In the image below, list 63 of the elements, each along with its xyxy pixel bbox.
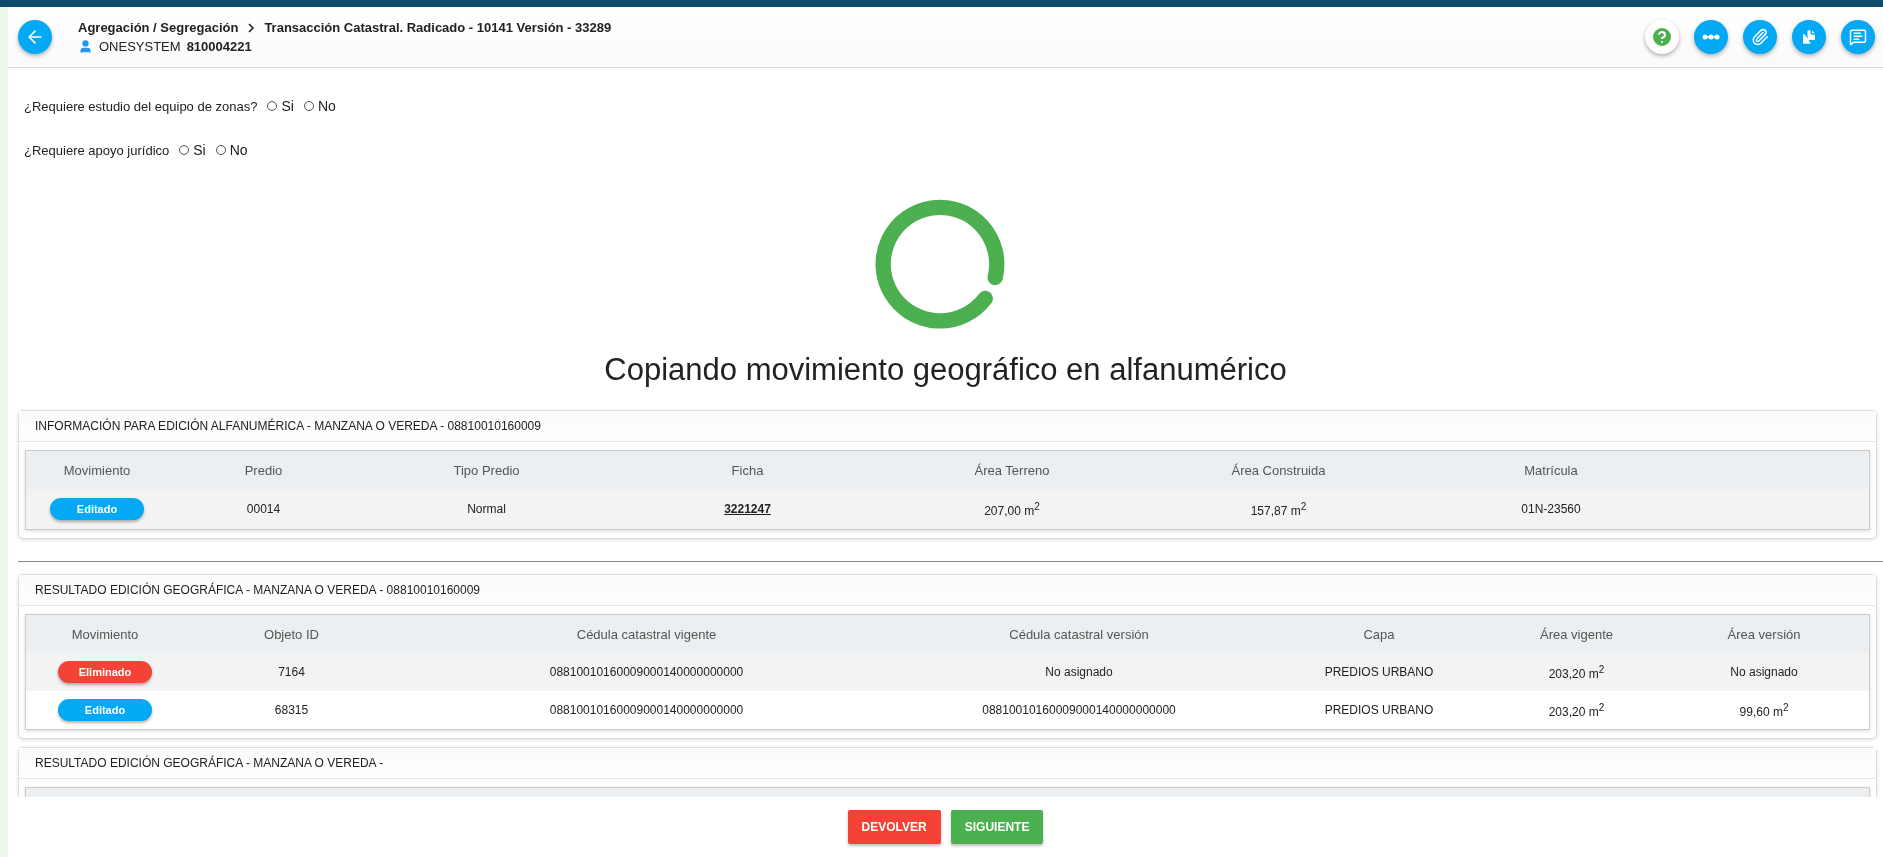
column-header: Movimiento: [70, 626, 140, 642]
status-badge: Editado: [58, 699, 152, 721]
table-cell: 207,00 m$^{2}$: [984, 503, 1040, 518]
user-icon: [78, 39, 93, 54]
footer-button[interactable]: DEVOLVER: [847, 810, 941, 844]
documents-icon: [1800, 28, 1818, 46]
column-header: Matrícula: [1523, 462, 1579, 478]
radio-option[interactable]: Si: [267, 98, 294, 114]
chevron-icon: [246, 22, 257, 33]
back-button[interactable]: [18, 20, 52, 54]
flow-button[interactable]: [1694, 20, 1728, 54]
breadcrumb-item: Agregación / Segregación: [78, 20, 239, 35]
column-header: Tipo Predio: [452, 462, 521, 478]
column-header: Área vigente: [1539, 626, 1614, 642]
column-header: Predio: [243, 462, 284, 478]
table-cell: 99,60 m$^{2}$: [1739, 704, 1789, 719]
ficha-link[interactable]: 3221247: [724, 502, 771, 516]
column-header: Capa: [1362, 626, 1396, 642]
table-cell: 7164: [278, 665, 305, 679]
table-cell: 08810010160009000140000000000: [982, 703, 1176, 717]
column-header: Cédula catastral versión: [1008, 626, 1150, 642]
radio-option[interactable]: No: [303, 98, 336, 114]
documents-button[interactable]: [1792, 20, 1826, 54]
table-cell-text: 01N-23560: [1520, 502, 1582, 516]
attach-button[interactable]: [1743, 20, 1777, 54]
table-cell: 68315: [274, 703, 309, 717]
table-cell: 08810010160009000140000000000: [549, 665, 744, 679]
user-id: 810004221: [186, 39, 252, 54]
column-header: Cédula catastral vigente: [575, 626, 718, 642]
question-label: ¿Requiere apoyo jurídico: [24, 142, 170, 158]
comment-icon: [1849, 28, 1867, 46]
column-header: Ficha: [730, 462, 765, 478]
help-button[interactable]: [1645, 20, 1679, 54]
table-cell: 203,20 m$^{2}$: [1548, 704, 1605, 719]
column-header: Área Construida: [1230, 462, 1327, 478]
loading-message: Copiando movimiento geográfico en alfanumérico: [604, 352, 1287, 388]
table-cell-text: Normal: [466, 502, 507, 516]
help-icon: [1650, 25, 1674, 49]
table-cell: 157,87 m$^{2}$: [1250, 503, 1307, 518]
connected-dots-icon: [1702, 34, 1720, 40]
radio-option[interactable]: No: [215, 142, 248, 158]
column-header: Objeto ID: [263, 626, 320, 642]
table-cell: No asignado: [1045, 665, 1113, 679]
comments-button[interactable]: [1841, 20, 1875, 54]
paperclip-icon: [1751, 28, 1769, 46]
table-cell: PREDIOS URBANO: [1324, 703, 1434, 717]
table-cell: PREDIOS URBANO: [1324, 665, 1434, 679]
table-cell-text: 00014: [245, 502, 282, 516]
card-title: INFORMACIÓN PARA EDICIÓN ALFANUMÉRICA - MANZANA O VEREDA - 08810010160009: [19, 411, 1876, 442]
column-header: Área versión: [1726, 626, 1802, 642]
table-cell: 08810010160009000140000000000: [549, 703, 744, 717]
radio-option[interactable]: Si: [179, 142, 206, 158]
card-title: RESULTADO EDICIÓN GEOGRÁFICA - MANZANA O VEREDA -: [19, 748, 1876, 779]
question-label: ¿Requiere estudio del equipo de zonas?: [24, 98, 258, 114]
column-header: Área Terreno: [973, 462, 1051, 478]
table-cell: No asignado: [1730, 665, 1798, 679]
user-name: ONESYSTEM: [99, 39, 181, 54]
status-badge: Eliminado: [58, 661, 152, 683]
column-header: Movimiento: [62, 462, 132, 478]
table-cell: 203,20 m$^{2}$: [1548, 666, 1605, 681]
status-badge: Editado: [50, 498, 144, 520]
card-title: RESULTADO EDICIÓN GEOGRÁFICA - MANZANA O VEREDA - 08810010160009: [19, 575, 1876, 606]
breadcrumb-item: Transacción Catastral. Radicado - 10141 Versión - 33289: [264, 20, 612, 35]
